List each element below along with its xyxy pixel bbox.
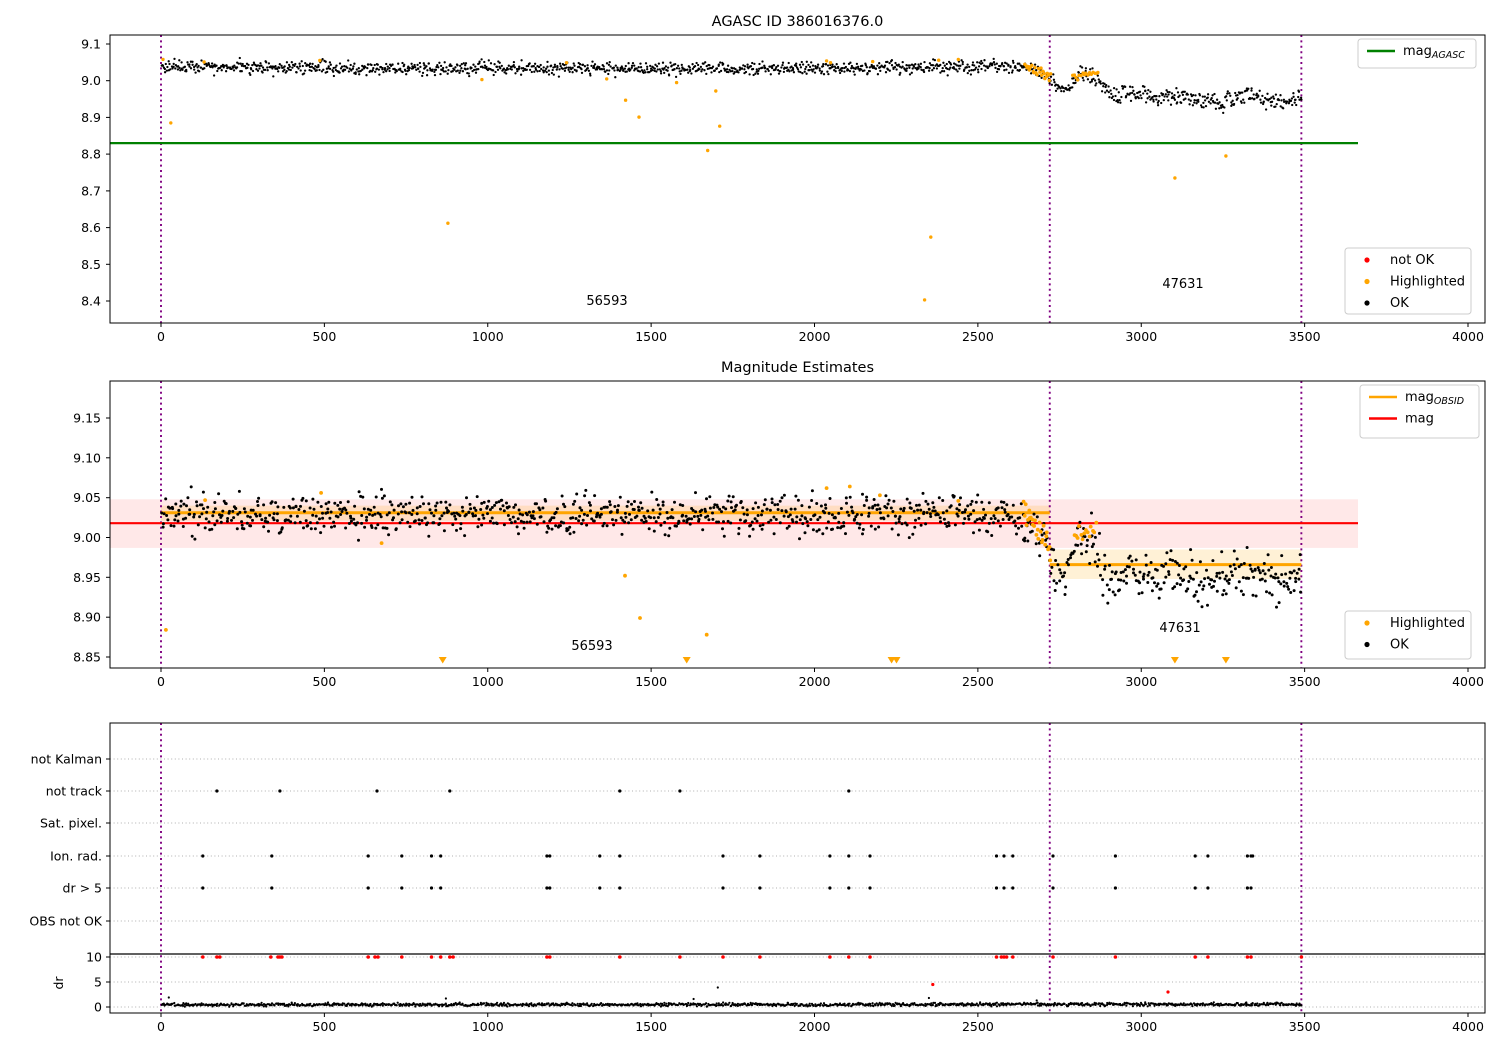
svg-text:3500: 3500 bbox=[1289, 1019, 1321, 1034]
y-axis-ticks: 9.15 9.10 9.05 9.00 8.95 8.90 8.85 bbox=[73, 411, 110, 665]
svg-text:3500: 3500 bbox=[1289, 674, 1321, 689]
dr-axis-ticks: 10 5 0 bbox=[86, 950, 110, 1015]
legend-label: OK bbox=[1390, 296, 1409, 311]
legend-dot-sample bbox=[1364, 257, 1370, 263]
svg-text:dr > 5: dr > 5 bbox=[63, 881, 102, 896]
legend-label: mag bbox=[1405, 412, 1434, 427]
svg-text:0: 0 bbox=[94, 1000, 102, 1015]
legend-label: OK bbox=[1390, 638, 1409, 653]
flags-plot: 0 500 1000 1500 2000 2500 3000 3500 4000 not Kalm… bbox=[29, 722, 1486, 1034]
svg-text:5: 5 bbox=[94, 975, 102, 990]
x-axis-ticks: 0 500 1000 1500 2000 2500 3000 3500 4000 bbox=[157, 323, 1484, 344]
obsid-annotation: 56593 bbox=[586, 294, 627, 309]
svg-text:4000: 4000 bbox=[1452, 674, 1484, 689]
magnitude-estimates-plot: 0 500 1000 1500 2000 2500 3000 3500 4000 9.15 9.10… bbox=[73, 360, 1486, 689]
gridlines bbox=[110, 758, 1485, 1008]
svg-text:3000: 3000 bbox=[1125, 674, 1157, 689]
legend: not OK Highlighted OK bbox=[1344, 247, 1472, 315]
svg-text:Sat. pixel.: Sat. pixel. bbox=[40, 816, 102, 831]
svg-text:500: 500 bbox=[312, 674, 336, 689]
svg-text:3500: 3500 bbox=[1289, 329, 1321, 344]
obsid-boundary-lines bbox=[160, 35, 1303, 323]
svg-text:8.85: 8.85 bbox=[73, 650, 101, 665]
svg-text:8.9: 8.9 bbox=[81, 110, 101, 125]
legend-dot-sample bbox=[1364, 641, 1370, 648]
clipped-low-markers bbox=[438, 657, 1230, 664]
obsid-annotation: 47631 bbox=[1162, 277, 1203, 292]
plot-title: Magnitude Estimates bbox=[721, 360, 874, 376]
x-axis-ticks: 0 500 1000 1500 2000 2500 3000 3500 4000 bbox=[157, 1013, 1484, 1034]
axes-frame bbox=[109, 34, 1486, 324]
svg-text:Ion. rad.: Ion. rad. bbox=[50, 849, 102, 864]
svg-text:2500: 2500 bbox=[962, 1019, 994, 1034]
svg-text:2000: 2000 bbox=[799, 1019, 831, 1034]
legend-label: not OK bbox=[1390, 253, 1435, 268]
svg-text:1500: 1500 bbox=[635, 674, 667, 689]
svg-text:4000: 4000 bbox=[1452, 1019, 1484, 1034]
svg-text:1500: 1500 bbox=[635, 329, 667, 344]
svg-text:0: 0 bbox=[157, 674, 165, 689]
obsid-annotation: 47631 bbox=[1159, 621, 1200, 636]
svg-text:8.4: 8.4 bbox=[81, 294, 101, 309]
x-axis-ticks: 0 500 1000 1500 2000 2500 3000 3500 4000 bbox=[157, 668, 1484, 689]
svg-text:1000: 1000 bbox=[472, 674, 504, 689]
svg-text:0: 0 bbox=[157, 1019, 165, 1034]
legend: magOBSIDmag bbox=[1359, 384, 1480, 439]
obsid-annotation: 56593 bbox=[571, 639, 612, 654]
ok-points bbox=[160, 56, 1303, 115]
legend-dot-sample bbox=[1364, 300, 1370, 306]
svg-text:1000: 1000 bbox=[472, 329, 504, 344]
svg-text:OBS not OK: OBS not OK bbox=[29, 914, 102, 929]
svg-text:1000: 1000 bbox=[472, 1019, 504, 1034]
svg-text:3000: 3000 bbox=[1125, 329, 1157, 344]
svg-text:2500: 2500 bbox=[962, 674, 994, 689]
svg-text:2000: 2000 bbox=[799, 674, 831, 689]
svg-text:3000: 3000 bbox=[1125, 1019, 1157, 1034]
svg-text:500: 500 bbox=[312, 1019, 336, 1034]
svg-text:9.1: 9.1 bbox=[81, 37, 101, 52]
svg-text:8.6: 8.6 bbox=[81, 220, 101, 235]
y-axis-ticks: 9.1 9.0 8.9 8.8 8.7 8.6 8.5 8.4 bbox=[81, 37, 110, 309]
obsid-boundary-lines bbox=[160, 723, 1303, 1013]
svg-text:8.90: 8.90 bbox=[73, 610, 101, 625]
svg-text:9.10: 9.10 bbox=[73, 450, 101, 465]
flag-row-labels: not Kalman not track Sat. pixel. Ion. rad. d… bbox=[29, 752, 110, 929]
svg-text:not Kalman: not Kalman bbox=[31, 752, 102, 767]
svg-text:2000: 2000 bbox=[799, 329, 831, 344]
svg-text:2500: 2500 bbox=[962, 329, 994, 344]
plot-title: AGASC ID 386016376.0 bbox=[712, 14, 884, 30]
svg-text:4000: 4000 bbox=[1452, 329, 1484, 344]
svg-text:9.00: 9.00 bbox=[73, 530, 101, 545]
svg-text:10: 10 bbox=[86, 950, 102, 965]
agasc-mag-plot: 0 500 1000 1500 2000 2500 3000 3500 4000 9.1 9.0 8.… bbox=[81, 14, 1486, 344]
legend-dot-sample bbox=[1364, 278, 1370, 285]
dr-axis-label: dr bbox=[51, 976, 66, 990]
figure: 0 500 1000 1500 2000 2500 3000 3500 4000 9.1 9.0 8.… bbox=[0, 0, 1500, 1050]
legend-label: Highlighted bbox=[1390, 616, 1465, 631]
legend: Highlighted OK bbox=[1344, 610, 1472, 660]
svg-text:1500: 1500 bbox=[635, 1019, 667, 1034]
svg-text:8.7: 8.7 bbox=[81, 183, 101, 198]
legend-label: Highlighted bbox=[1390, 275, 1465, 290]
svg-text:9.0: 9.0 bbox=[81, 73, 101, 88]
svg-text:9.05: 9.05 bbox=[73, 490, 101, 505]
svg-text:8.8: 8.8 bbox=[81, 147, 101, 162]
svg-text:500: 500 bbox=[312, 329, 336, 344]
highlighted-points bbox=[161, 57, 1228, 302]
svg-text:8.95: 8.95 bbox=[73, 570, 101, 585]
svg-text:9.15: 9.15 bbox=[73, 411, 101, 426]
svg-text:0: 0 bbox=[157, 329, 165, 344]
svg-text:not track: not track bbox=[46, 784, 103, 799]
dr-trace-points bbox=[160, 986, 1303, 1008]
charts-svg: 0 500 1000 1500 2000 2500 3000 3500 40009.19.08.… bbox=[29, 14, 1486, 1034]
legend-dot-sample bbox=[1364, 620, 1370, 626]
svg-text:8.5: 8.5 bbox=[81, 257, 101, 272]
axes-frame bbox=[109, 722, 1486, 1014]
legend: magAGASC bbox=[1357, 38, 1477, 69]
